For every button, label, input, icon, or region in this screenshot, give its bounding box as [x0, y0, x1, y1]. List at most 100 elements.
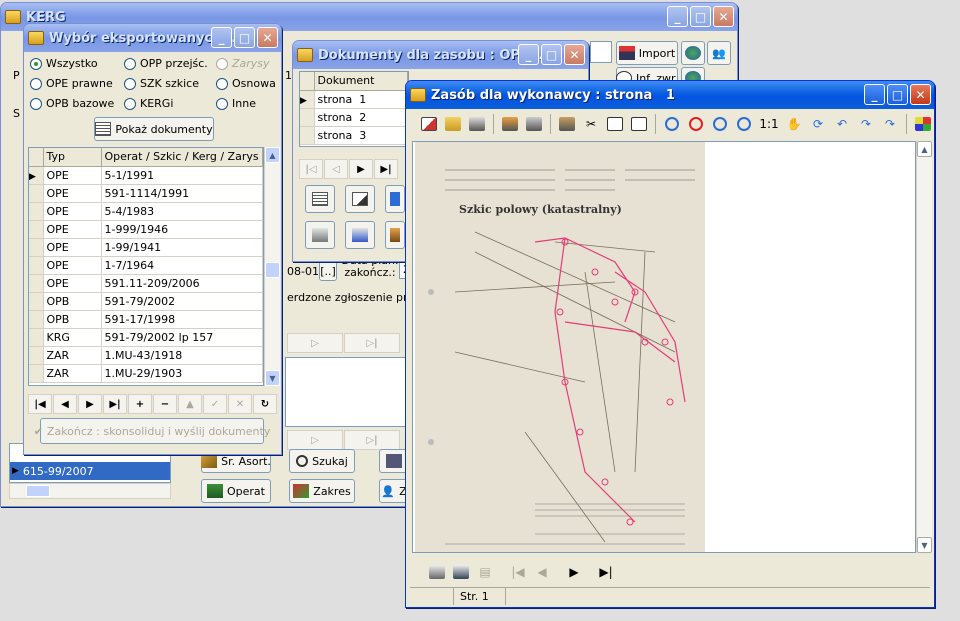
table-row[interactable]: strona 2 [300, 108, 408, 127]
export-titlebar[interactable]: Wybór eksportowanych... _ □ ✕ [24, 24, 281, 52]
zoom-fit-icon[interactable] [661, 113, 683, 135]
docs-close-button[interactable]: ✕ [564, 44, 585, 65]
export-maximize-button[interactable]: □ [234, 27, 255, 48]
rotate-right-icon[interactable]: ↷ [855, 113, 877, 135]
radio-inne[interactable]: Inne [216, 97, 256, 110]
docs-nav-next[interactable]: ▶ [349, 159, 373, 179]
viewer-close-button[interactable]: ✕ [910, 84, 931, 105]
radio-osnowa[interactable]: Osnowa [216, 77, 276, 90]
szukaj-button[interactable]: Szukaj [289, 449, 355, 473]
viewer-vscroll[interactable]: ▲ ▼ [916, 141, 932, 553]
open-folder-icon[interactable] [442, 113, 464, 135]
zoom-out-icon[interactable] [733, 113, 755, 135]
docs-edit-button[interactable] [345, 185, 375, 213]
print-icon[interactable] [426, 561, 448, 583]
nav-refresh-button[interactable]: ↻ [253, 394, 277, 414]
list-item-selected[interactable]: ▶ 615-99/2007 [10, 462, 170, 480]
books-icon[interactable] [523, 113, 545, 135]
typ-column-header[interactable]: Typ [43, 148, 102, 167]
radio-szk[interactable]: SZK szkice [124, 77, 199, 90]
nav-add-button[interactable]: + [128, 394, 152, 414]
nav-prev-button[interactable]: ◀ [53, 394, 77, 414]
rotate-left-icon[interactable]: ↶ [831, 113, 853, 135]
scroll-up-icon[interactable]: ▲ [917, 141, 932, 157]
zoom-actual-label[interactable]: 1:1 [757, 113, 781, 135]
scanner-icon[interactable] [466, 113, 488, 135]
radio-opp[interactable]: OPP przejśc. [124, 57, 208, 70]
nav-delete-button[interactable]: − [153, 394, 177, 414]
docs-titlebar[interactable]: Dokumenty dla zasobu : OPE ... _ □ ✕ [293, 41, 588, 69]
top-right-field[interactable] [590, 41, 612, 63]
table-row[interactable]: ZAR 1.MU-29/1903 [29, 364, 263, 383]
close-button[interactable]: ✕ [713, 6, 734, 27]
nav-cancel-button[interactable]: ✕ [228, 394, 252, 414]
import-button[interactable]: Import [616, 41, 678, 65]
rotate-icon[interactable]: ⟳ [807, 113, 829, 135]
zoom-in-icon[interactable] [709, 113, 731, 135]
table-row[interactable]: OPE 591.11-209/2006 [29, 274, 263, 293]
books-stack-icon[interactable] [499, 113, 521, 135]
print-preview-icon[interactable]: ▤ [474, 561, 496, 583]
scroll-down-icon[interactable]: ▼ [917, 537, 932, 553]
pan-hand-icon[interactable]: ✋ [783, 113, 805, 135]
table-row[interactable]: OPE 591-1114/1991 [29, 184, 263, 203]
docs-column-header[interactable]: Dokument [314, 72, 408, 91]
maximize-button[interactable]: □ [690, 6, 711, 27]
nav-edit-button[interactable]: ▲ [178, 394, 202, 414]
viewer-titlebar[interactable]: Zasób dla wykonawcy : strona 1 _ □ ✕ [406, 81, 934, 109]
docs-books-m-button[interactable] [345, 221, 375, 249]
scroll-thumb[interactable] [265, 262, 280, 278]
zoom-window-icon[interactable] [685, 113, 707, 135]
table-row[interactable]: OPE 1-7/1964 [29, 256, 263, 275]
table-row[interactable]: ZAR 1.MU-43/1918 [29, 346, 263, 365]
globe-button[interactable] [681, 41, 705, 65]
users-button[interactable]: 👥 [707, 41, 731, 65]
operat-column-header[interactable]: Operat / Szkic / Kerg / Zarys [101, 148, 263, 167]
docs-maximize-button[interactable]: □ [541, 44, 562, 65]
grid-view-icon[interactable] [912, 113, 934, 135]
export-close-button[interactable]: ✕ [257, 27, 278, 48]
radio-kergi[interactable]: KERGi [124, 97, 173, 110]
docs-books-2-button[interactable] [385, 221, 405, 249]
paste-icon[interactable] [556, 113, 578, 135]
finish-export-button[interactable]: ✔ Zakończ : skonsoliduj i wyślij dokumen… [34, 418, 270, 444]
first-page-icon[interactable]: |◀ [507, 561, 529, 583]
docs-nav-last[interactable]: ▶| [374, 159, 398, 179]
table-row[interactable]: OPB 591-79/2002 [29, 292, 263, 311]
viewer-minimize-button[interactable]: _ [864, 84, 885, 105]
table-row[interactable]: OPB 591-17/1998 [29, 310, 263, 329]
docs-nav-prev[interactable]: ◁ [324, 159, 348, 179]
scroll-up-icon[interactable]: ▲ [265, 147, 280, 163]
table-row[interactable]: OPE 1-999/1946 [29, 220, 263, 239]
last-page-icon[interactable]: ▶| [595, 561, 617, 583]
minimize-button[interactable]: _ [667, 6, 688, 27]
prev-page-icon[interactable]: ◀ [531, 561, 553, 583]
next-page-icon[interactable]: ▶ [563, 561, 585, 583]
zakres-button[interactable]: Zakres [289, 479, 355, 503]
nav-last-2[interactable]: ▷| [344, 430, 400, 450]
nav-last[interactable]: ▷| [344, 333, 400, 353]
radio-wszystko[interactable]: Wszystko [30, 57, 98, 70]
rotate-right-2-icon[interactable]: ↷ [879, 113, 901, 135]
cut-icon[interactable]: ✂ [580, 113, 602, 135]
copy-2-icon[interactable] [628, 113, 650, 135]
nav-last-button[interactable]: ▶| [103, 394, 127, 414]
docs-minimize-button[interactable]: _ [518, 44, 539, 65]
docs-books-button[interactable] [305, 221, 335, 249]
docs-tool-button[interactable] [385, 185, 405, 213]
nav-first-button[interactable]: |◀ [28, 394, 52, 414]
table-row[interactable]: ▶ strona 1 [300, 90, 408, 109]
copy-icon[interactable] [604, 113, 626, 135]
table-row[interactable]: OPE 1-99/1941 [29, 238, 263, 257]
export-grid-scrollbar[interactable]: ▲ ▼ [264, 147, 280, 386]
nav-post-button[interactable]: ✓ [203, 394, 227, 414]
scroll-down-icon[interactable]: ▼ [265, 370, 280, 386]
document-viewport[interactable]: Szkic polowy (katastralny) [412, 141, 916, 553]
viewer-maximize-button[interactable]: □ [887, 84, 908, 105]
operat-button[interactable]: Operat [201, 479, 271, 503]
operat-list-hscroll[interactable] [9, 483, 171, 499]
nav-next-button[interactable]: ▶ [78, 394, 102, 414]
table-row[interactable]: OPE 5-4/1983 [29, 202, 263, 221]
export-minimize-button[interactable]: _ [211, 27, 232, 48]
docs-doc-button[interactable] [305, 185, 335, 213]
